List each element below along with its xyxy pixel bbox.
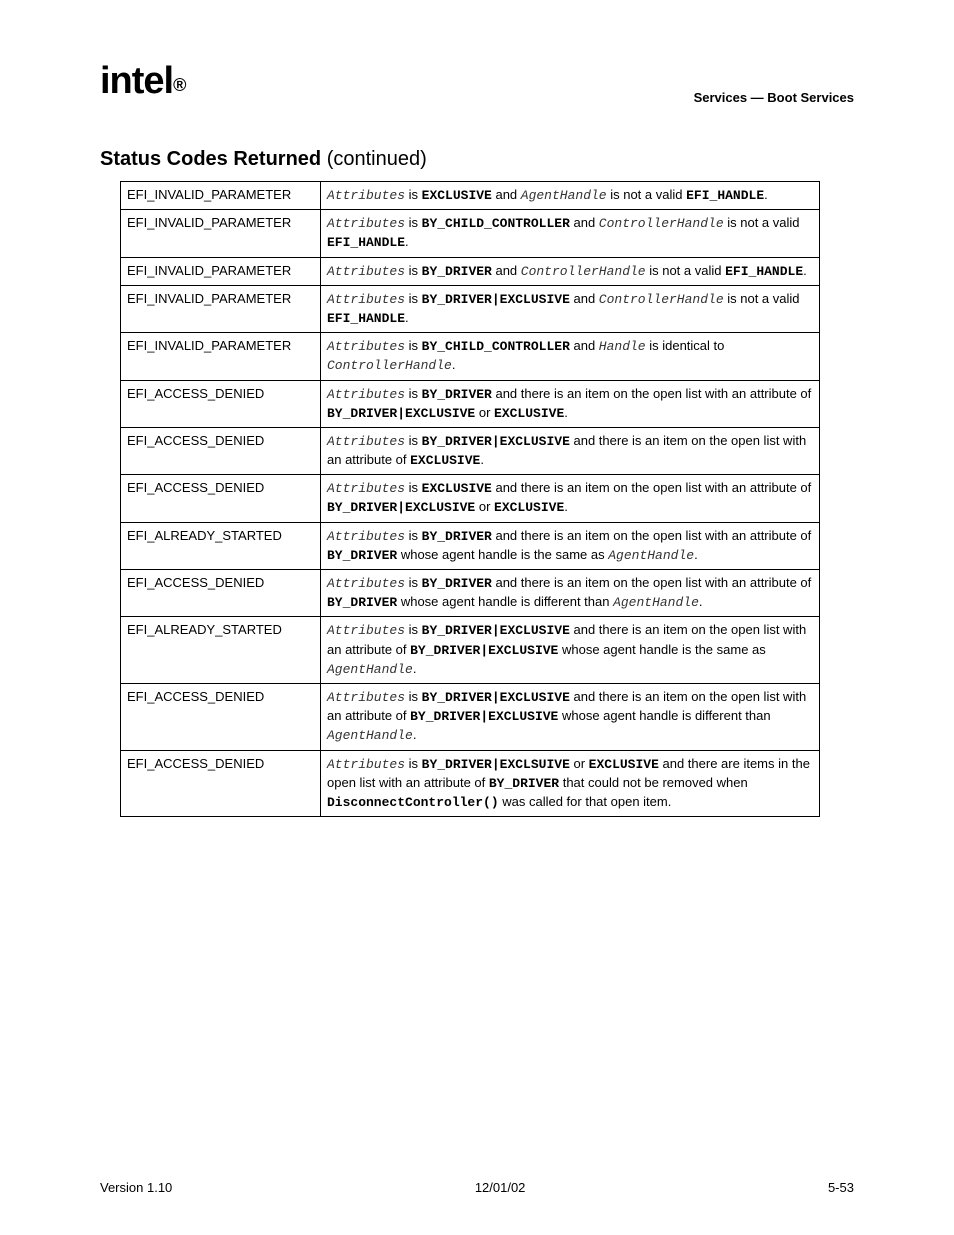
- table-row: EFI_INVALID_PARAMETERAttributes is BY_CH…: [121, 210, 820, 257]
- footer-page: 5-53: [828, 1180, 854, 1195]
- table-row: EFI_INVALID_PARAMETERAttributes is BY_DR…: [121, 285, 820, 332]
- status-desc-cell: Attributes is BY_DRIVER|EXCLSUIVE or EXC…: [321, 750, 820, 817]
- status-code-cell: EFI_ACCESS_DENIED: [121, 750, 321, 817]
- status-desc-cell: Attributes is BY_CHILD_CONTROLLER and Ha…: [321, 333, 820, 380]
- status-code-cell: EFI_ACCESS_DENIED: [121, 380, 321, 427]
- status-desc-cell: Attributes is BY_DRIVER and ControllerHa…: [321, 257, 820, 285]
- table-row: EFI_ACCESS_DENIEDAttributes is BY_DRIVER…: [121, 427, 820, 474]
- table-row: EFI_ACCESS_DENIEDAttributes is BY_DRIVER…: [121, 570, 820, 617]
- table-row: EFI_ACCESS_DENIEDAttributes is EXCLUSIVE…: [121, 475, 820, 522]
- status-code-cell: EFI_ACCESS_DENIED: [121, 475, 321, 522]
- status-desc-cell: Attributes is BY_DRIVER and there is an …: [321, 522, 820, 569]
- status-desc-cell: Attributes is BY_DRIVER|EXCLUSIVE and th…: [321, 617, 820, 684]
- status-code-cell: EFI_ALREADY_STARTED: [121, 522, 321, 569]
- table-row: EFI_INVALID_PARAMETERAttributes is BY_DR…: [121, 257, 820, 285]
- table-row: EFI_ALREADY_STARTEDAttributes is BY_DRIV…: [121, 522, 820, 569]
- footer-version: Version 1.10: [100, 1180, 172, 1195]
- table-row: EFI_INVALID_PARAMETERAttributes is BY_CH…: [121, 333, 820, 380]
- status-desc-cell: Attributes is BY_DRIVER and there is an …: [321, 380, 820, 427]
- table-row: EFI_INVALID_PARAMETERAttributes is EXCLU…: [121, 182, 820, 210]
- status-code-cell: EFI_ACCESS_DENIED: [121, 427, 321, 474]
- header-section: Services — Boot Services: [694, 90, 854, 105]
- status-desc-cell: Attributes is BY_DRIVER|EXCLUSIVE and Co…: [321, 285, 820, 332]
- table-row: EFI_ACCESS_DENIEDAttributes is BY_DRIVER…: [121, 683, 820, 750]
- status-code-cell: EFI_INVALID_PARAMETER: [121, 333, 321, 380]
- brand-logo: intel®: [100, 60, 185, 103]
- status-desc-cell: Attributes is EXCLUSIVE and there is an …: [321, 475, 820, 522]
- status-desc-cell: Attributes is BY_DRIVER|EXCLUSIVE and th…: [321, 683, 820, 750]
- table-row: EFI_ACCESS_DENIEDAttributes is BY_DRIVER…: [121, 380, 820, 427]
- section-title: Status Codes Returned (continued): [100, 148, 854, 171]
- footer-date: 12/01/02: [475, 1180, 526, 1195]
- status-desc-cell: Attributes is BY_CHILD_CONTROLLER and Co…: [321, 210, 820, 257]
- status-code-cell: EFI_ALREADY_STARTED: [121, 617, 321, 684]
- status-code-cell: EFI_INVALID_PARAMETER: [121, 285, 321, 332]
- status-desc-cell: Attributes is BY_DRIVER and there is an …: [321, 570, 820, 617]
- status-code-cell: EFI_INVALID_PARAMETER: [121, 182, 321, 210]
- status-desc-cell: Attributes is EXCLUSIVE and AgentHandle …: [321, 182, 820, 210]
- status-code-cell: EFI_ACCESS_DENIED: [121, 683, 321, 750]
- status-code-cell: EFI_INVALID_PARAMETER: [121, 257, 321, 285]
- status-codes-table: EFI_INVALID_PARAMETERAttributes is EXCLU…: [120, 181, 820, 817]
- page-footer: Version 1.10 12/01/02 5-53: [100, 1180, 854, 1195]
- status-code-cell: EFI_INVALID_PARAMETER: [121, 210, 321, 257]
- table-row: EFI_ALREADY_STARTEDAttributes is BY_DRIV…: [121, 617, 820, 684]
- table-row: EFI_ACCESS_DENIEDAttributes is BY_DRIVER…: [121, 750, 820, 817]
- status-code-cell: EFI_ACCESS_DENIED: [121, 570, 321, 617]
- status-desc-cell: Attributes is BY_DRIVER|EXCLUSIVE and th…: [321, 427, 820, 474]
